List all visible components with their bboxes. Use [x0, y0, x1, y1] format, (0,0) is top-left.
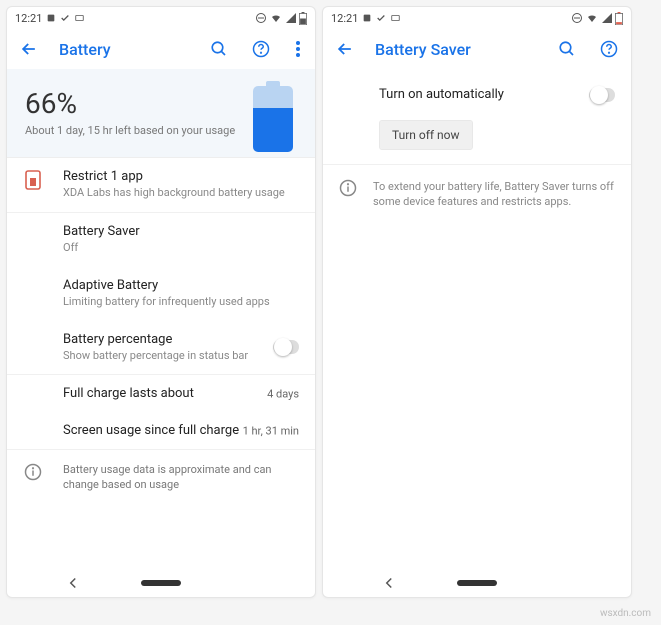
card-icon — [74, 13, 85, 23]
overflow-button[interactable] — [291, 37, 305, 61]
adaptive-sub: Limiting battery for infrequently used a… — [63, 295, 299, 310]
page-title: Battery Saver — [375, 40, 537, 59]
search-button[interactable] — [207, 37, 231, 61]
battery-status-icon — [299, 12, 307, 25]
screen-usage-row[interactable]: Screen usage since full charge 1 hr, 31 … — [7, 412, 315, 450]
auto-toggle[interactable] — [589, 88, 615, 102]
signal-icon — [285, 12, 297, 24]
battery-percentage-toggle[interactable] — [273, 340, 299, 354]
info-text: Battery usage data is approximate and ca… — [63, 463, 299, 493]
nav-home-button[interactable] — [457, 580, 497, 586]
info-icon — [339, 179, 357, 210]
info-icon — [23, 462, 43, 482]
status-bar: 12:21 — [323, 7, 631, 29]
saver-sub: Off — [63, 241, 299, 256]
saver-settings-list: Turn on automatically Turn off now To ex… — [323, 69, 631, 224]
info-row: Battery usage data is approximate and ca… — [7, 450, 315, 504]
restrict-title: Restrict 1 app — [63, 169, 299, 184]
adaptive-battery-row[interactable]: Adaptive Battery Limiting battery for in… — [7, 267, 315, 321]
arrow-back-icon — [335, 39, 355, 59]
nav-back-button[interactable] — [68, 574, 78, 593]
adaptive-title: Adaptive Battery — [63, 278, 299, 293]
battery-percentage-row[interactable]: Battery percentage Show battery percenta… — [7, 321, 315, 376]
card-icon — [390, 13, 401, 23]
wifi-icon — [269, 12, 283, 24]
watermark: wsxdn.com — [600, 608, 651, 619]
status-icon — [46, 13, 56, 23]
restrict-apps-row[interactable]: Restrict 1 app XDA Labs has high backgro… — [7, 158, 315, 213]
fullcharge-value: 4 days — [267, 387, 299, 400]
help-icon — [600, 40, 618, 58]
full-charge-row[interactable]: Full charge lasts about 4 days — [7, 375, 315, 412]
fullcharge-title: Full charge lasts about — [63, 386, 299, 401]
status-time: 12:21 — [331, 12, 358, 25]
battery-status-icon — [615, 12, 623, 25]
battery-hero: 66% About 1 day, 15 hr left based on you… — [7, 69, 315, 158]
restrict-sub: XDA Labs has high background battery usa… — [63, 186, 299, 201]
nav-home-button[interactable] — [141, 580, 181, 586]
search-icon — [210, 40, 228, 58]
battery-graphic — [253, 81, 293, 153]
check-icon — [376, 13, 386, 23]
battery-estimate: About 1 day, 15 hr left based on your us… — [25, 124, 235, 137]
search-button[interactable] — [555, 37, 579, 61]
navigation-bar — [323, 569, 631, 597]
chevron-left-icon — [384, 577, 394, 589]
chevron-left-icon — [68, 577, 78, 589]
back-button[interactable] — [17, 37, 41, 61]
help-icon — [252, 40, 270, 58]
saver-title: Battery Saver — [63, 224, 299, 239]
battery-saver-row[interactable]: Battery Saver Off — [7, 213, 315, 267]
help-button[interactable] — [597, 37, 621, 61]
saver-info-text: To extend your battery life, Battery Sav… — [373, 179, 615, 210]
signal-icon — [601, 12, 613, 24]
auto-label: Turn on automatically — [379, 87, 589, 102]
status-icon — [362, 13, 372, 23]
battery-percentage: 66% — [25, 87, 235, 120]
status-time: 12:21 — [15, 12, 42, 25]
status-bar: 12:21 — [7, 7, 315, 29]
pct-sub: Show battery percentage in status bar — [63, 349, 299, 364]
settings-list: Restrict 1 app XDA Labs has high backgro… — [7, 158, 315, 569]
battery-screen: 12:21 Battery 66% About 1 day, 15 — [6, 6, 316, 598]
turn-on-automatically-row[interactable]: Turn on automatically — [323, 73, 631, 116]
navigation-bar — [7, 569, 315, 597]
dnd-icon — [255, 12, 267, 24]
wifi-icon — [585, 12, 599, 24]
dnd-icon — [571, 12, 583, 24]
page-title: Battery — [59, 40, 189, 59]
arrow-back-icon — [19, 39, 39, 59]
saver-info-row: To extend your battery life, Battery Sav… — [323, 164, 631, 224]
battery-saver-screen: 12:21 Battery Saver Turn on automaticall… — [322, 6, 632, 598]
screenusage-value: 1 hr, 31 min — [243, 424, 299, 437]
app-bar: Battery — [7, 29, 315, 69]
more-vert-icon — [296, 41, 300, 57]
turn-off-now-button[interactable]: Turn off now — [379, 120, 473, 150]
app-bar: Battery Saver — [323, 29, 631, 69]
back-button[interactable] — [333, 37, 357, 61]
help-button[interactable] — [249, 37, 273, 61]
restrict-icon — [23, 170, 43, 190]
check-icon — [60, 13, 70, 23]
pct-title: Battery percentage — [63, 332, 299, 347]
nav-back-button[interactable] — [384, 574, 394, 593]
search-icon — [558, 40, 576, 58]
